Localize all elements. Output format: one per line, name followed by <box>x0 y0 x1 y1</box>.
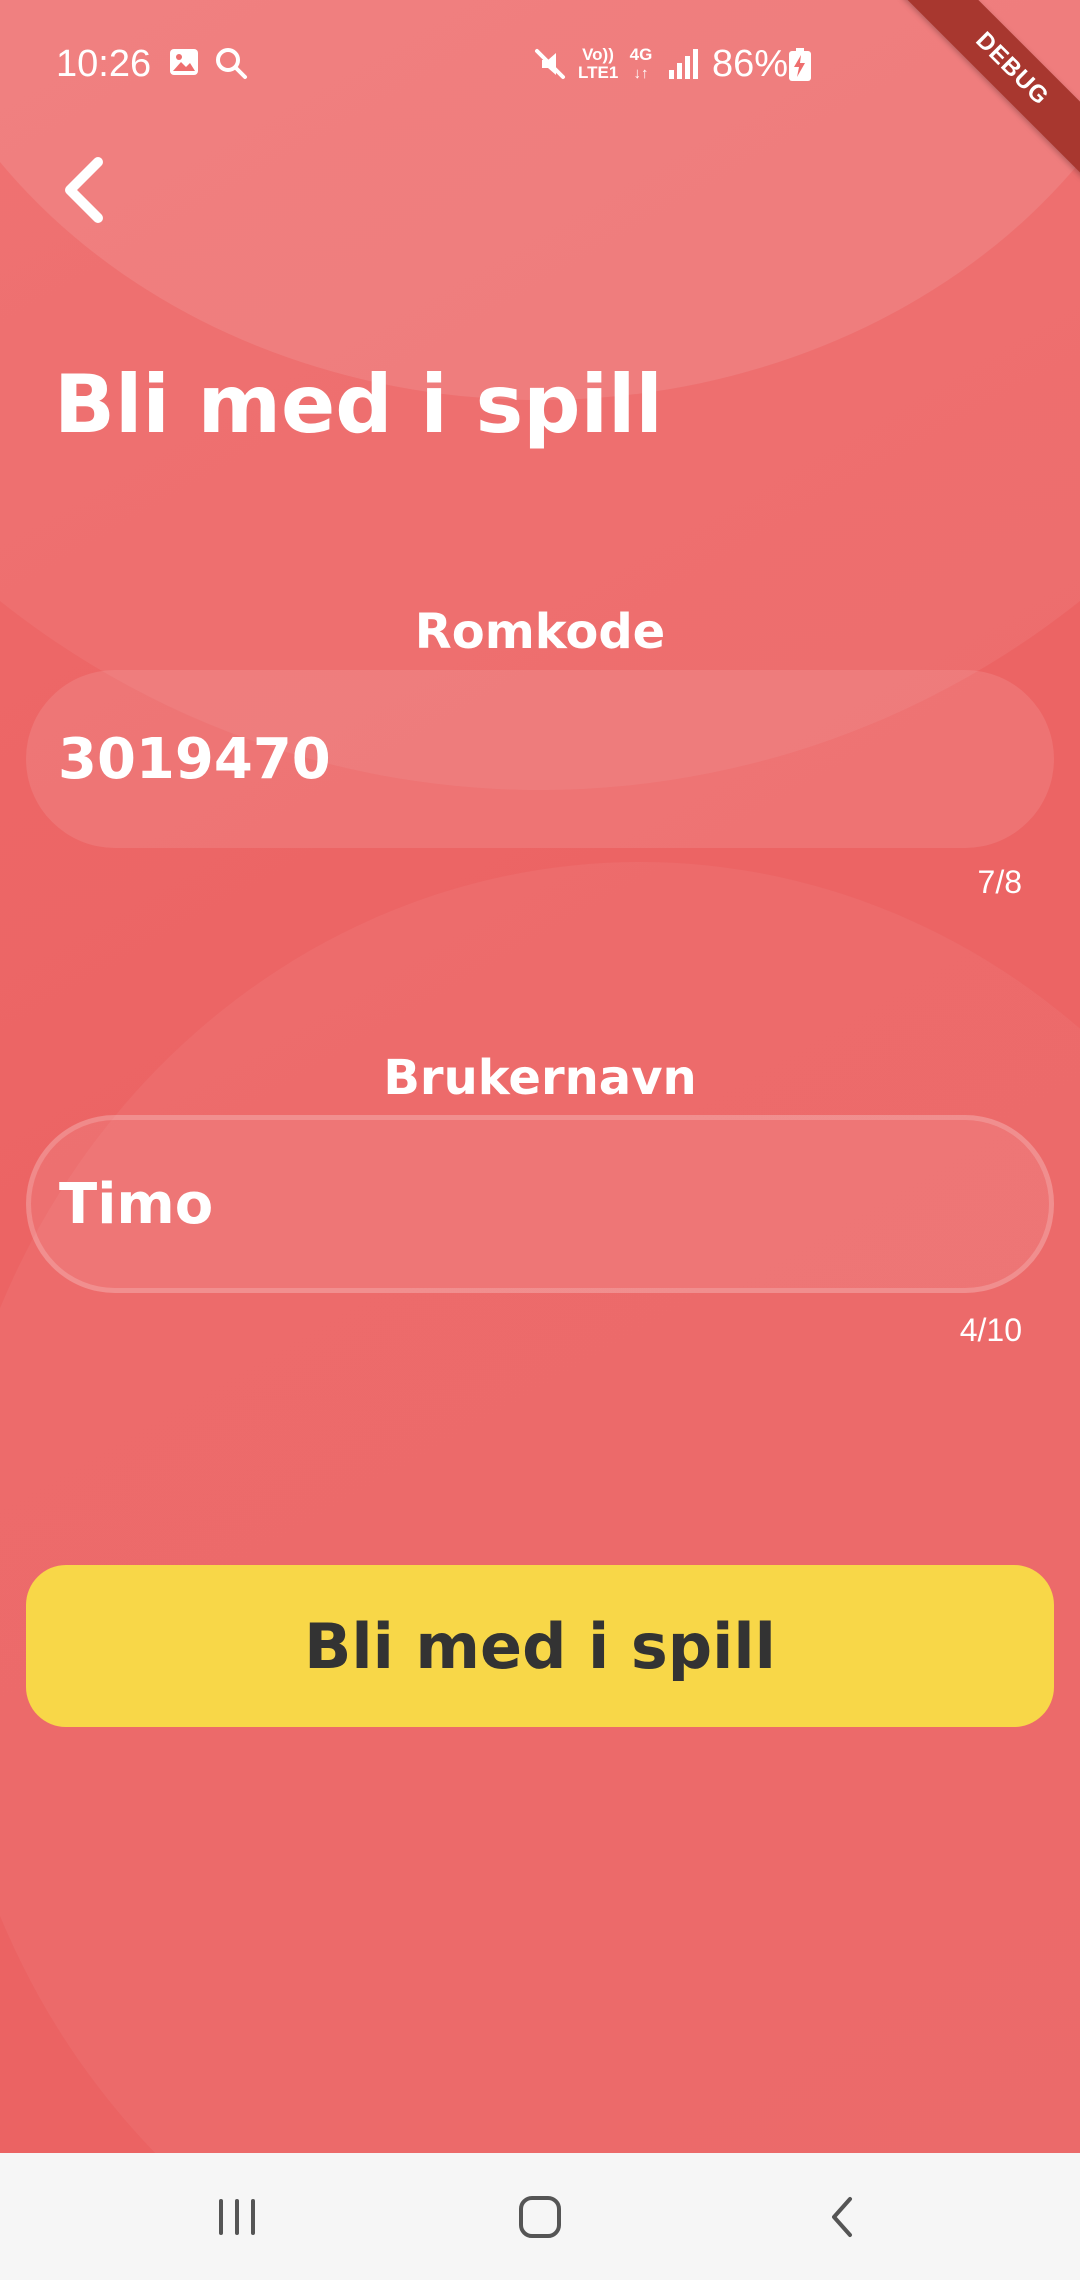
volte-indicator: Vo)) LTE1 <box>578 45 619 82</box>
back-button[interactable] <box>46 150 126 230</box>
battery-charging-icon <box>789 48 811 81</box>
home-button[interactable] <box>440 2153 640 2280</box>
status-bar: 10:26 Vo)) LTE1 4G ↓↑ 86% <box>0 0 1080 130</box>
join-game-screen: 10:26 Vo)) LTE1 4G ↓↑ 86% DEBUG Bli med … <box>0 0 1080 2280</box>
signal-icon <box>669 49 698 79</box>
image-icon <box>170 49 198 75</box>
room-code-counter: 7/8 <box>977 864 1022 900</box>
home-icon <box>519 2195 561 2238</box>
username-value: Timo <box>59 1171 214 1237</box>
battery-percent: 86% <box>712 43 789 85</box>
system-back-button[interactable] <box>742 2153 942 2280</box>
recents-button[interactable] <box>137 2153 337 2280</box>
room-code-label: Romkode <box>414 604 666 660</box>
nav-back-icon <box>832 2196 852 2237</box>
username-input[interactable]: Timo <box>26 1115 1054 1293</box>
page-title: Bli med i spill <box>54 358 663 451</box>
recents-icon <box>219 2198 255 2235</box>
username-counter: 4/10 <box>959 1312 1022 1348</box>
navigation-bar <box>0 2153 1080 2280</box>
join-game-button[interactable]: Bli med i spill <box>26 1565 1054 1727</box>
chevron-left-icon <box>65 157 103 223</box>
room-code-input[interactable]: 3019470 <box>26 670 1054 848</box>
search-icon <box>216 48 247 79</box>
room-code-value: 3019470 <box>58 726 331 792</box>
status-time: 10:26 <box>56 43 152 85</box>
network-4g-indicator: 4G ↓↑ <box>629 45 653 83</box>
username-label: Brukernavn <box>383 1050 697 1106</box>
mute-icon <box>535 49 565 79</box>
